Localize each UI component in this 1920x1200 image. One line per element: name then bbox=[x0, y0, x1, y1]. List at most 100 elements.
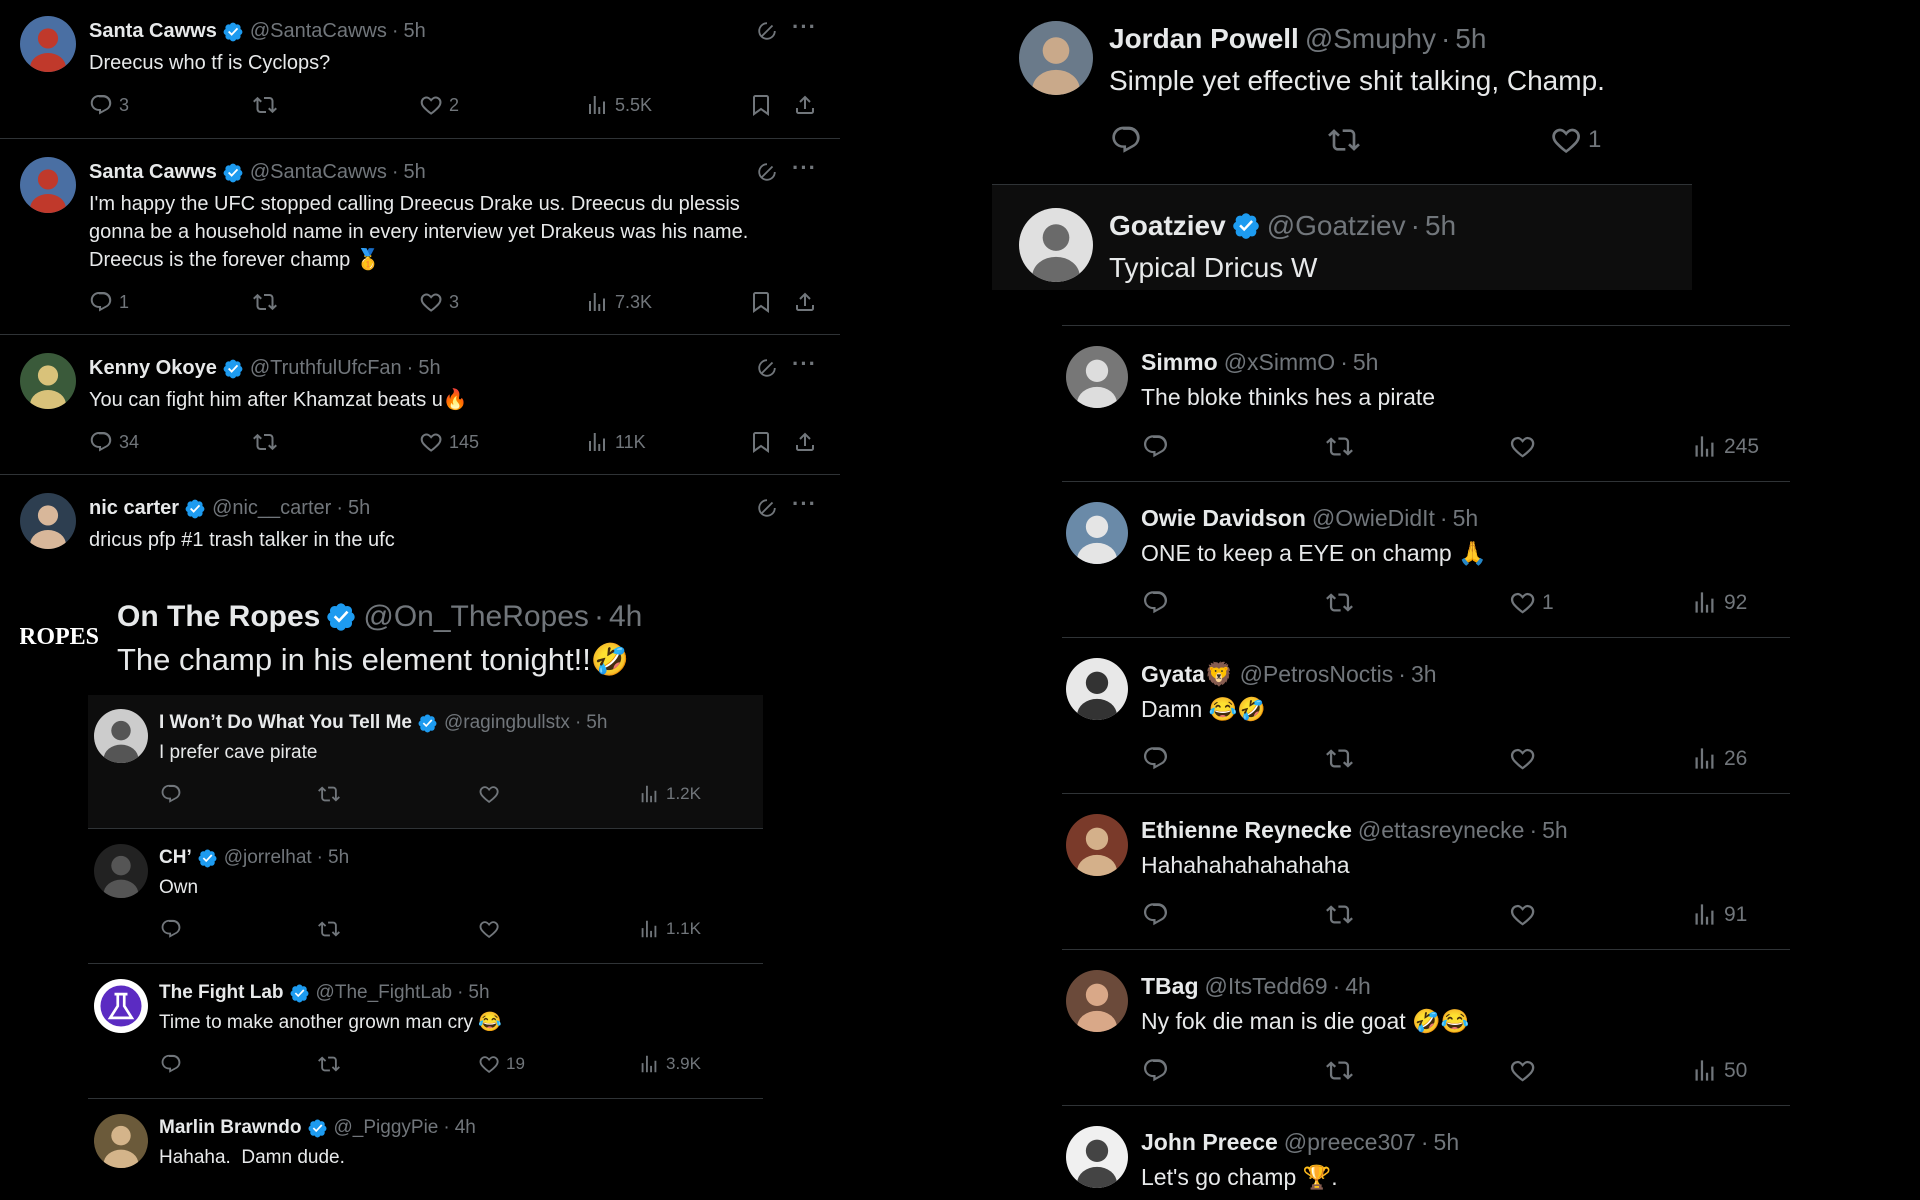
bookmark-button[interactable] bbox=[749, 93, 773, 117]
repost-button[interactable] bbox=[253, 430, 283, 454]
avatar[interactable] bbox=[1066, 658, 1128, 720]
like-button[interactable] bbox=[1509, 745, 1542, 772]
timestamp[interactable]: 4h bbox=[609, 600, 642, 634]
user-handle[interactable]: @preece307 bbox=[1284, 1129, 1416, 1156]
user-handle[interactable]: @On_TheRopes bbox=[363, 600, 589, 634]
like-button[interactable]: 1 bbox=[1550, 124, 1601, 156]
views-button[interactable]: 26 bbox=[1691, 745, 1747, 772]
like-button[interactable]: 19 bbox=[478, 1053, 525, 1075]
timestamp[interactable]: 4h bbox=[1345, 973, 1371, 1000]
views-button[interactable]: 1.2K bbox=[638, 783, 701, 805]
user-handle[interactable]: @TruthfulUfcFan bbox=[250, 357, 402, 380]
timestamp[interactable]: 4h bbox=[455, 1117, 476, 1139]
repost-button[interactable] bbox=[318, 783, 346, 805]
timestamp[interactable]: 5h bbox=[418, 357, 440, 380]
user-handle[interactable]: @SantaCawws bbox=[250, 161, 387, 184]
avatar[interactable] bbox=[94, 1114, 148, 1168]
user-handle[interactable]: @SantaCawws bbox=[250, 20, 387, 43]
views-button[interactable]: 7.3K bbox=[585, 290, 652, 314]
like-button[interactable] bbox=[1509, 433, 1542, 460]
grok-icon[interactable] bbox=[756, 357, 778, 384]
avatar[interactable] bbox=[1066, 970, 1128, 1032]
user-handle[interactable]: @OwieDidIt bbox=[1312, 505, 1435, 532]
reply-button[interactable] bbox=[1142, 901, 1169, 928]
reply-button[interactable] bbox=[1110, 124, 1148, 156]
views-button[interactable]: 91 bbox=[1691, 901, 1747, 928]
avatar[interactable] bbox=[20, 16, 76, 72]
timestamp[interactable]: 5h bbox=[328, 847, 349, 869]
timestamp[interactable]: 5h bbox=[1455, 23, 1486, 55]
avatar[interactable] bbox=[94, 844, 148, 898]
like-button[interactable]: 1 bbox=[1509, 589, 1554, 616]
timestamp[interactable]: 5h bbox=[1542, 817, 1568, 844]
views-button[interactable]: 11K bbox=[585, 430, 646, 454]
repost-button[interactable] bbox=[1326, 1057, 1353, 1084]
display-name[interactable]: Jordan Powell bbox=[1109, 23, 1299, 55]
grok-icon[interactable] bbox=[756, 20, 778, 47]
avatar[interactable] bbox=[1066, 814, 1128, 876]
grok-icon[interactable] bbox=[756, 161, 778, 188]
views-button[interactable]: 50 bbox=[1691, 1057, 1747, 1084]
repost-button[interactable] bbox=[253, 290, 283, 314]
views-button[interactable]: 3.9K bbox=[638, 1053, 701, 1075]
user-handle[interactable]: @Smuphy bbox=[1305, 23, 1436, 55]
reply-button[interactable] bbox=[1142, 745, 1169, 772]
display-name[interactable]: Santa Cawws bbox=[89, 161, 217, 184]
timestamp[interactable]: 3h bbox=[1411, 661, 1437, 688]
timestamp[interactable]: 5h bbox=[348, 497, 370, 520]
avatar[interactable] bbox=[1066, 502, 1128, 564]
reply-button[interactable] bbox=[1142, 1057, 1169, 1084]
avatar[interactable] bbox=[94, 709, 148, 763]
reply-button[interactable]: 3 bbox=[89, 93, 129, 117]
display-name[interactable]: Santa Cawws bbox=[89, 20, 217, 43]
views-button[interactable]: 5.5K bbox=[585, 93, 652, 117]
display-name[interactable]: Goatziev bbox=[1109, 210, 1226, 242]
timestamp[interactable]: 5h bbox=[1453, 505, 1479, 532]
display-name[interactable]: Ethienne Reynecke bbox=[1141, 817, 1352, 844]
display-name[interactable]: On The Ropes bbox=[117, 600, 320, 634]
user-handle[interactable]: @xSimmO bbox=[1224, 349, 1336, 376]
like-button[interactable]: 3 bbox=[419, 290, 459, 314]
display-name[interactable]: CH’ bbox=[159, 847, 192, 869]
timestamp[interactable]: 5h bbox=[1434, 1129, 1460, 1156]
repost-button[interactable] bbox=[1326, 589, 1353, 616]
avatar[interactable] bbox=[20, 353, 76, 409]
reply-button[interactable] bbox=[1142, 589, 1169, 616]
views-button[interactable]: 1.1K bbox=[638, 918, 701, 940]
display-name[interactable]: Owie Davidson bbox=[1141, 505, 1306, 532]
user-handle[interactable]: @The_FightLab bbox=[316, 982, 453, 1004]
user-handle[interactable]: @nic__carter bbox=[212, 497, 331, 520]
display-name[interactable]: nic carter bbox=[89, 497, 179, 520]
display-name[interactable]: Kenny Okoye bbox=[89, 357, 217, 380]
user-handle[interactable]: @_PiggyPie bbox=[334, 1117, 439, 1139]
display-name[interactable]: Simmo bbox=[1141, 349, 1218, 376]
reply-button[interactable] bbox=[1142, 433, 1169, 460]
display-name[interactable]: John Preece bbox=[1141, 1129, 1278, 1156]
repost-button[interactable] bbox=[1326, 745, 1353, 772]
avatar[interactable] bbox=[94, 979, 148, 1033]
more-options-icon[interactable]: ··· bbox=[792, 491, 817, 517]
timestamp[interactable]: 5h bbox=[404, 161, 426, 184]
timestamp[interactable]: 5h bbox=[1425, 210, 1456, 242]
reply-button[interactable] bbox=[160, 783, 188, 805]
like-button[interactable] bbox=[1509, 901, 1542, 928]
display-name[interactable]: Gyata🦁 bbox=[1141, 661, 1234, 688]
display-name[interactable]: I Won’t Do What You Tell Me bbox=[159, 712, 412, 734]
timestamp[interactable]: 5h bbox=[586, 712, 607, 734]
avatar[interactable] bbox=[1066, 1126, 1128, 1188]
avatar[interactable] bbox=[20, 493, 76, 549]
avatar[interactable] bbox=[20, 157, 76, 213]
reply-button[interactable] bbox=[160, 918, 188, 940]
like-button[interactable]: 2 bbox=[419, 93, 459, 117]
like-button[interactable] bbox=[478, 918, 506, 940]
avatar[interactable] bbox=[1066, 346, 1128, 408]
share-button[interactable] bbox=[793, 290, 817, 314]
user-handle[interactable]: @ItsTedd69 bbox=[1205, 973, 1328, 1000]
timestamp[interactable]: 5h bbox=[404, 20, 426, 43]
repost-button[interactable] bbox=[318, 918, 346, 940]
user-handle[interactable]: @ragingbullstx bbox=[444, 712, 570, 734]
views-button[interactable]: 92 bbox=[1691, 589, 1747, 616]
display-name[interactable]: Marlin Brawndo bbox=[159, 1117, 302, 1139]
repost-button[interactable] bbox=[253, 93, 283, 117]
reply-button[interactable] bbox=[160, 1053, 188, 1075]
